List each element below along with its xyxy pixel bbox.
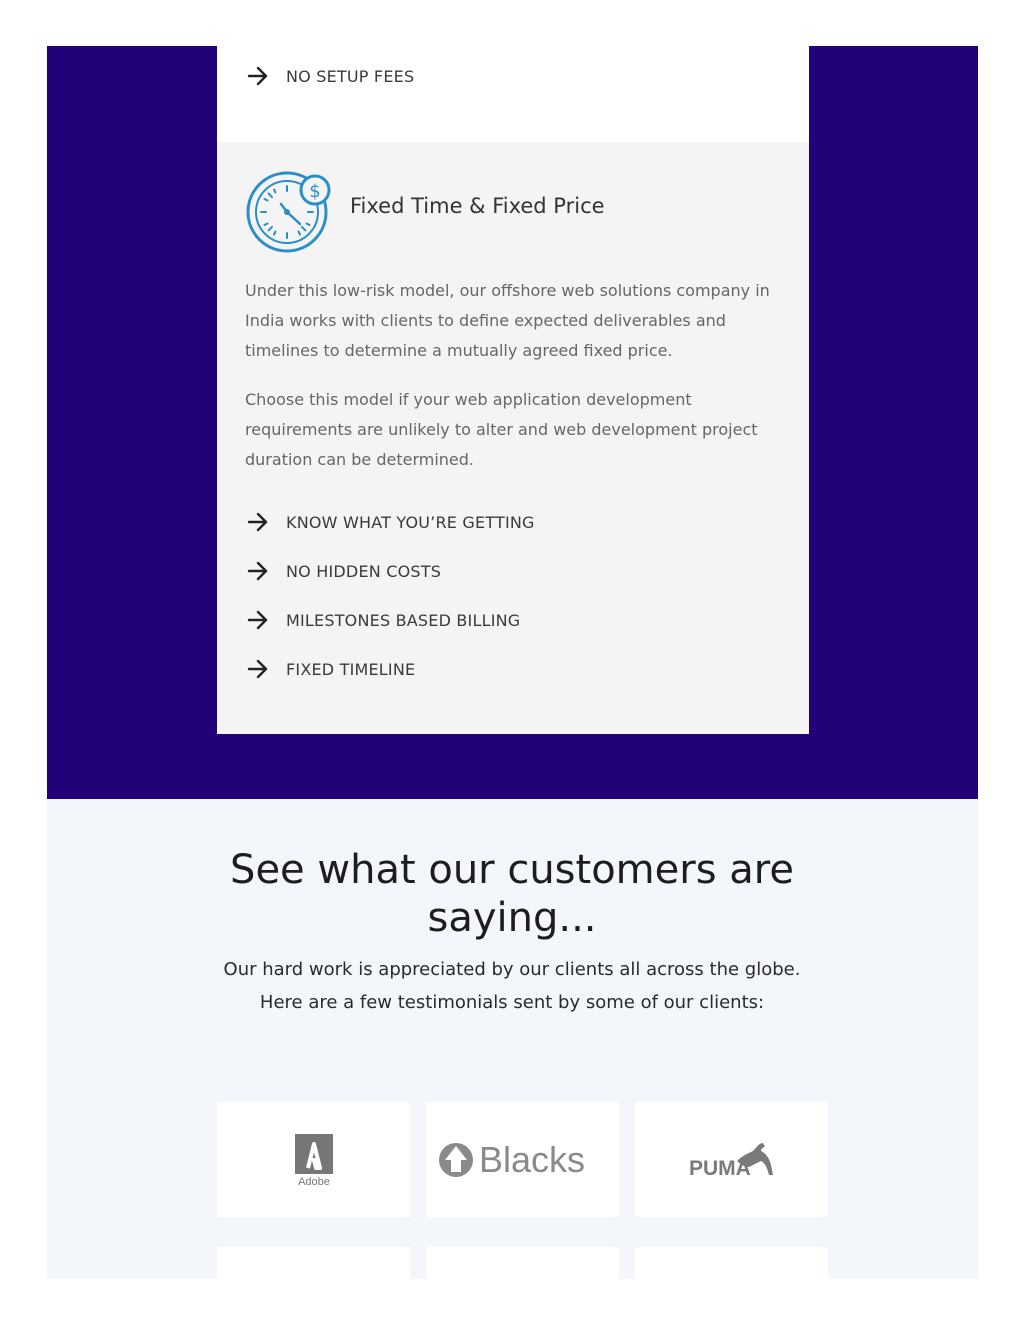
blacks-logo: Blacks: [438, 1139, 585, 1180]
puma-logo: PUMA: [689, 1142, 773, 1180]
feature-label: KNOW WHAT YOU’RE GETTING: [286, 512, 535, 532]
feature-item: NO SETUP FEES: [247, 64, 414, 88]
feature-item: NO HIDDEN COSTS: [247, 559, 441, 583]
client-logo-blacks[interactable]: Blacks: [426, 1102, 619, 1217]
arrow-right-icon: [247, 659, 268, 679]
feature-item: MILESTONES BASED BILLING: [247, 608, 520, 632]
pricing-card-top: [217, 46, 809, 142]
stopwatch-dollar-icon: $: [246, 171, 331, 253]
feature-label: FIXED TIMELINE: [286, 659, 416, 679]
subheading-line: Here are a few testimonials sent by some…: [259, 992, 765, 1013]
arrow-right-icon: [247, 610, 268, 630]
client-logo-partial[interactable]: [635, 1247, 828, 1279]
svg-text:$: $: [309, 181, 320, 202]
section-heading: See what our customers are saying...: [230, 847, 794, 941]
client-logo-puma[interactable]: PUMA: [635, 1102, 828, 1217]
card-title: Fixed Time & Fixed Price: [350, 194, 605, 218]
feature-label: NO HIDDEN COSTS: [286, 561, 442, 581]
feature-item: KNOW WHAT YOU’RE GETTING: [247, 510, 535, 534]
adobe-logo: Adobe: [294, 1133, 333, 1188]
card-paragraph: Under this low-risk model, our offshore …: [245, 281, 770, 360]
logo-label: Blacks: [479, 1139, 585, 1180]
client-logo-partial[interactable]: [426, 1247, 619, 1279]
subheading-line: Our hard work is appreciated by our clie…: [223, 959, 801, 980]
arrow-right-icon: [247, 66, 268, 86]
card-paragraph: Choose this model if your web applicatio…: [245, 390, 758, 469]
feature-item: FIXED TIMELINE: [247, 657, 415, 681]
feature-label: NO SETUP FEES: [286, 66, 415, 86]
section-subheading: Our hard work is appreciated by our clie…: [180, 953, 844, 1019]
arrow-right-icon: [247, 512, 268, 532]
logo-label: Adobe: [298, 1176, 330, 1188]
client-logo-adobe[interactable]: Adobe: [217, 1102, 410, 1217]
client-logo-partial[interactable]: [217, 1247, 410, 1279]
arrow-right-icon: [247, 561, 268, 581]
feature-label: MILESTONES BASED BILLING: [286, 610, 521, 630]
